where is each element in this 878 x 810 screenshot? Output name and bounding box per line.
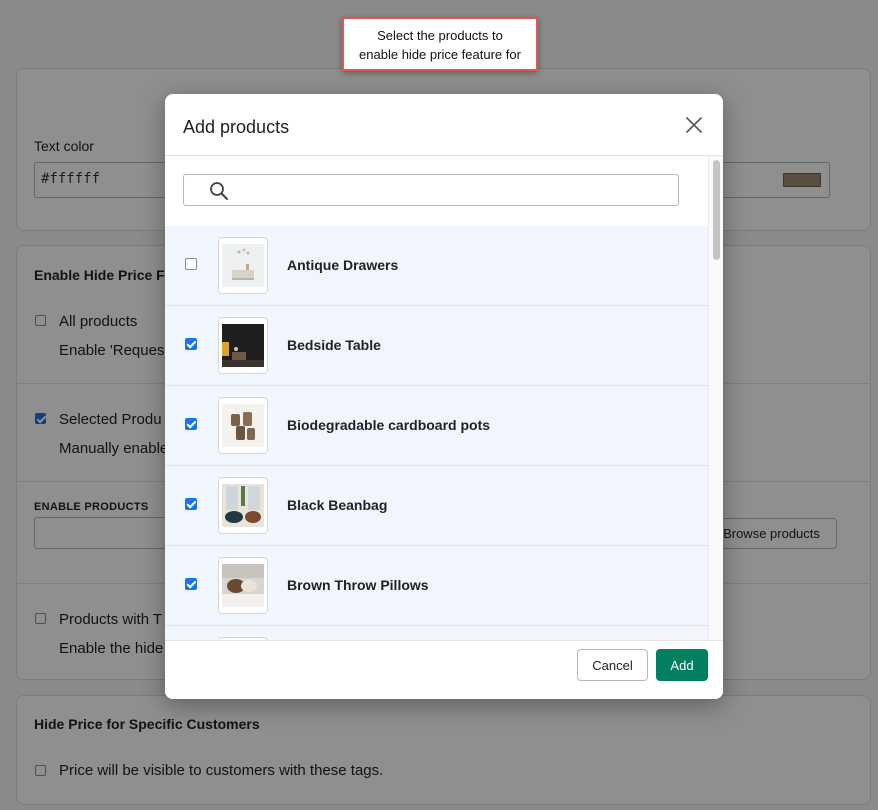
product-name: Black Beanbag xyxy=(287,497,388,513)
callout-line-1: Select the products to xyxy=(377,28,503,43)
cardboard-pots-image xyxy=(222,404,264,447)
product-name: Antique Drawers xyxy=(287,257,399,273)
product-thumbnail xyxy=(218,557,268,614)
close-icon xyxy=(686,117,702,133)
product-search-field[interactable] xyxy=(183,174,679,206)
list-item[interactable]: Brown Throw Pillows xyxy=(165,546,708,626)
scrollbar[interactable] xyxy=(708,156,723,640)
product-name: Brown Throw Pillows xyxy=(287,577,429,593)
list-item[interactable]: Black Beanbag xyxy=(165,466,708,546)
list-item[interactable]: Bedside Table xyxy=(165,306,708,386)
cancel-button[interactable]: Cancel xyxy=(577,649,648,681)
product-name: Bedside Table xyxy=(287,337,381,353)
drawers-image xyxy=(222,244,264,287)
product-list: Antique Drawers Bedside Table Biodegrada… xyxy=(165,226,708,640)
product-checkbox[interactable] xyxy=(185,258,197,270)
close-button[interactable] xyxy=(683,114,705,136)
modal-footer: Cancel Add xyxy=(165,640,723,699)
product-thumbnail xyxy=(218,477,268,534)
modal-title: Add products xyxy=(183,117,290,137)
pillows-image xyxy=(222,564,264,607)
search-input[interactable] xyxy=(236,179,666,201)
beanbag-image xyxy=(222,484,264,527)
add-button[interactable]: Add xyxy=(656,649,708,681)
scroll-thumb[interactable] xyxy=(713,160,720,260)
product-checkbox[interactable] xyxy=(185,578,197,590)
product-checkbox[interactable] xyxy=(185,498,197,510)
list-item[interactable] xyxy=(165,626,708,640)
product-checkbox[interactable] xyxy=(185,338,197,350)
product-checkbox[interactable] xyxy=(185,418,197,430)
list-item[interactable]: Biodegradable cardboard pots xyxy=(165,386,708,466)
instruction-callout: Select the products to enable hide price… xyxy=(342,17,538,71)
bedside-table-image xyxy=(222,324,264,367)
product-thumbnail xyxy=(218,237,268,294)
modal-body: Antique Drawers Bedside Table Biodegrada… xyxy=(165,156,723,640)
search-icon xyxy=(210,182,228,200)
product-thumbnail xyxy=(218,317,268,374)
list-item[interactable]: Antique Drawers xyxy=(165,226,708,306)
add-products-modal: Add products Antique Drawers Bedside Tab… xyxy=(165,94,723,699)
product-name: Biodegradable cardboard pots xyxy=(287,417,491,433)
product-thumbnail xyxy=(218,397,268,454)
callout-line-2: enable hide price feature for xyxy=(359,47,521,62)
modal-header: Add products xyxy=(165,94,723,156)
